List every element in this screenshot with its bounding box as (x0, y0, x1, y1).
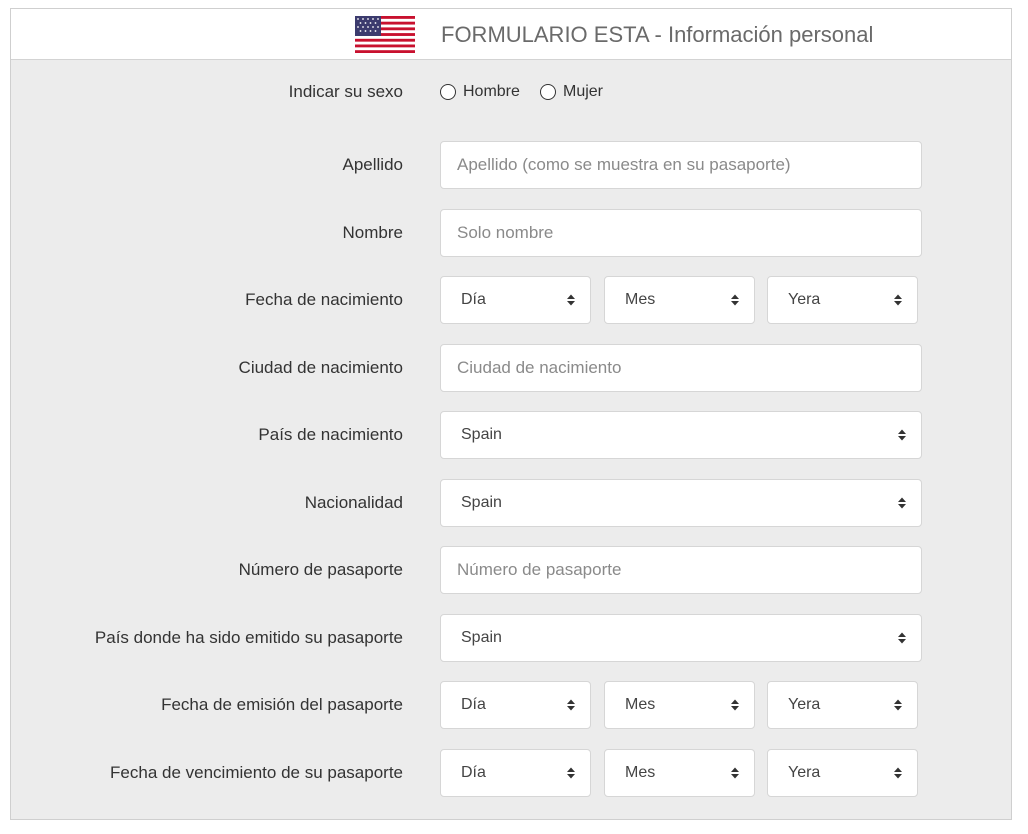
radio-circle-icon[interactable] (540, 84, 556, 100)
surname-row: Apellido Apellido (como se muestra en su… (11, 141, 1011, 189)
sort-caret-icon (567, 294, 575, 306)
sort-caret-icon (731, 699, 739, 711)
birth-date-label: Fecha de nacimiento (245, 290, 403, 309)
sort-caret-icon (894, 294, 902, 306)
birth-month-value: Mes (625, 291, 656, 308)
expiry-month-value: Mes (625, 764, 656, 781)
nationality-value: Spain (461, 494, 502, 511)
birth-city-input[interactable]: Ciudad de nacimiento (440, 344, 922, 392)
sort-caret-icon (567, 767, 575, 779)
page-title: FORMULARIO ESTA - Información personal (441, 22, 874, 47)
first-name-input[interactable]: Solo nombre (440, 209, 922, 257)
issue-month-value: Mes (625, 696, 656, 713)
nationality-row: Nacionalidad Spain (11, 479, 1011, 527)
radio-hombre-label[interactable]: Hombre (463, 68, 520, 116)
sort-caret-icon (894, 767, 902, 779)
surname-input[interactable]: Apellido (como se muestra en su pasaport… (440, 141, 922, 189)
sort-caret-icon (898, 497, 906, 509)
sort-caret-icon (567, 699, 575, 711)
birth-country-label: País de nacimiento (258, 425, 403, 444)
first-name-row: Nombre Solo nombre (11, 209, 1011, 257)
birth-month-select[interactable]: Mes (604, 276, 755, 324)
passport-country-select[interactable]: Spain (440, 614, 922, 662)
expiry-day-select[interactable]: Día (440, 749, 591, 797)
nationality-select[interactable]: Spain (440, 479, 922, 527)
us-flag-icon (355, 16, 415, 53)
radio-mujer-label[interactable]: Mujer (563, 68, 603, 116)
birth-city-row: Ciudad de nacimiento Ciudad de nacimient… (11, 344, 1011, 392)
expiry-day-value: Día (461, 764, 486, 781)
surname-label: Apellido (342, 155, 404, 174)
expiry-year-select[interactable]: Yera (767, 749, 918, 797)
radio-hombre[interactable]: Hombre (440, 68, 520, 116)
passport-country-label: País donde ha sido emitido su pasaporte (94, 628, 403, 647)
issue-day-value: Día (461, 696, 486, 713)
issue-day-select[interactable]: Día (440, 681, 591, 729)
nationality-label: Nacionalidad (304, 493, 403, 512)
issue-month-select[interactable]: Mes (604, 681, 755, 729)
birth-year-select[interactable]: Yera (767, 276, 918, 324)
birth-country-value: Spain (461, 426, 502, 443)
birth-year-value: Yera (788, 291, 821, 308)
passport-country-value: Spain (461, 629, 502, 646)
passport-expiry-label: Fecha de vencimiento de su pasaporte (110, 763, 403, 782)
expiry-year-value: Yera (788, 764, 821, 781)
birth-date-row: Fecha de nacimiento Día Mes Yera (11, 276, 1011, 324)
sort-caret-icon (731, 294, 739, 306)
issue-year-value: Yera (788, 696, 821, 713)
issue-year-select[interactable]: Yera (767, 681, 918, 729)
passport-expiry-row: Fecha de vencimiento de su pasaporte Día… (11, 749, 1011, 797)
sort-caret-icon (894, 699, 902, 711)
radio-circle-icon[interactable] (440, 84, 456, 100)
sort-caret-icon (898, 429, 906, 441)
sex-label: Indicar su sexo (288, 82, 403, 101)
passport-number-row: Número de pasaporte Número de pasaporte (11, 546, 1011, 594)
sort-caret-icon (898, 632, 906, 644)
radio-mujer[interactable]: Mujer (540, 68, 603, 116)
passport-number-input[interactable]: Número de pasaporte (440, 546, 922, 594)
passport-issue-row: Fecha de emisión del pasaporte Día Mes Y… (11, 681, 1011, 729)
birth-day-select[interactable]: Día (440, 276, 591, 324)
passport-issue-label: Fecha de emisión del pasaporte (161, 695, 403, 714)
passport-number-label: Número de pasaporte (238, 560, 403, 579)
sort-caret-icon (731, 767, 739, 779)
birth-country-row: País de nacimiento Spain (11, 411, 1011, 459)
expiry-month-select[interactable]: Mes (604, 749, 755, 797)
first-name-label: Nombre (342, 223, 403, 242)
birth-city-label: Ciudad de nacimiento (238, 358, 403, 377)
panel-header: FORMULARIO ESTA - Información personal (11, 9, 1011, 60)
form-panel: FORMULARIO ESTA - Información personal I… (10, 8, 1012, 820)
birth-day-value: Día (461, 291, 486, 308)
passport-country-row: País donde ha sido emitido su pasaporte … (11, 614, 1011, 662)
birth-country-select[interactable]: Spain (440, 411, 922, 459)
sex-row: Indicar su sexo Hombre Mujer (11, 68, 1011, 116)
